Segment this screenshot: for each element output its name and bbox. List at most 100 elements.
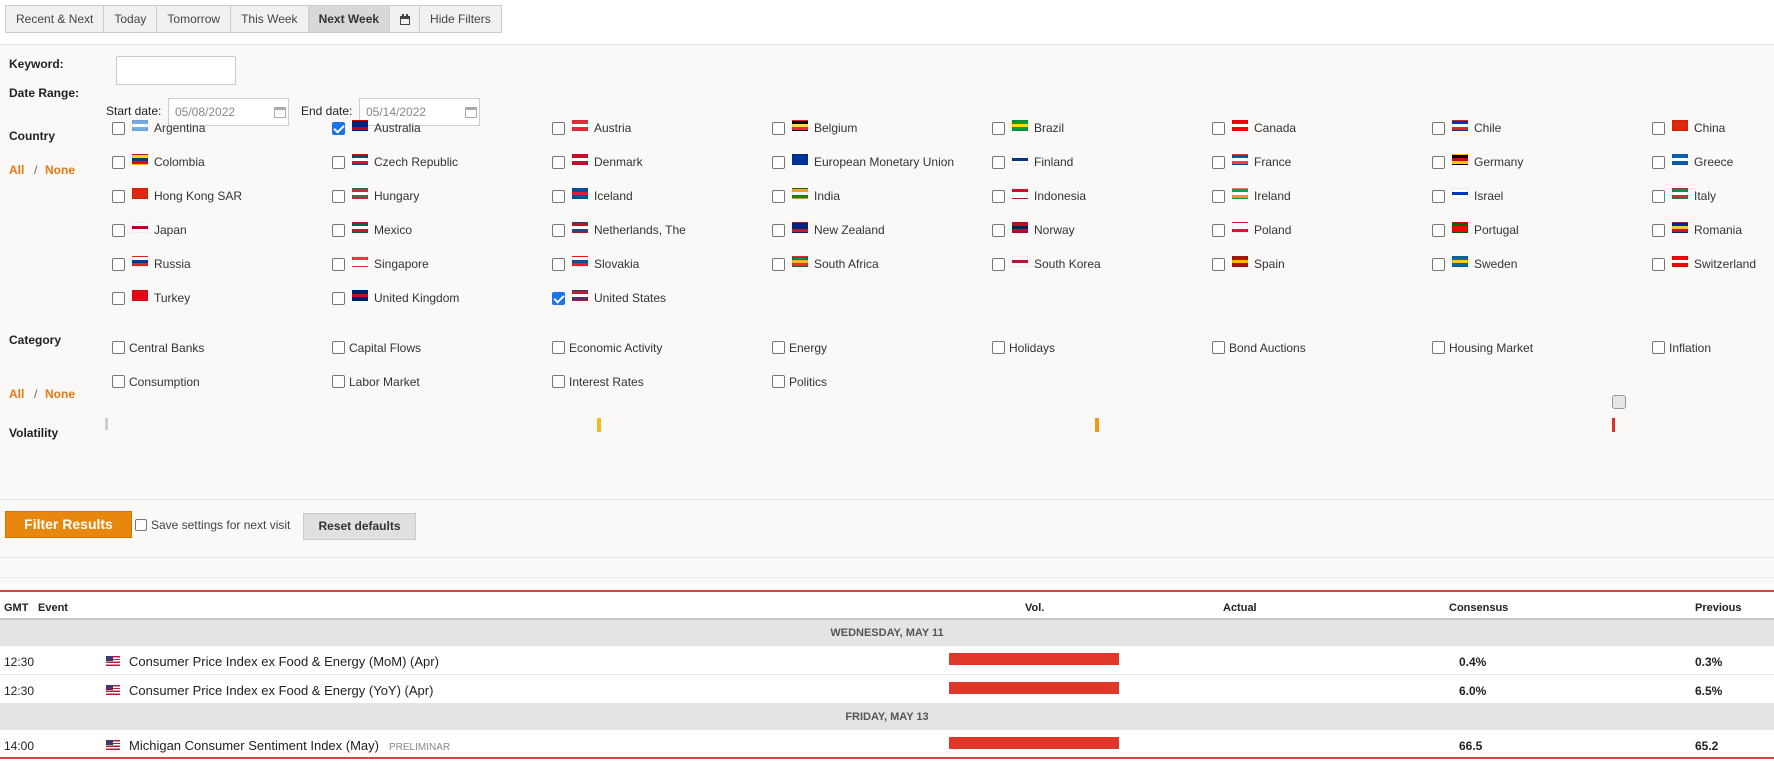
country-checkbox[interactable] (772, 257, 785, 271)
country-option-poland[interactable]: Poland (1212, 221, 1291, 238)
country-option-mexico[interactable]: Mexico (332, 221, 412, 238)
category-checkbox[interactable] (772, 340, 785, 354)
country-option-slovakia[interactable]: Slovakia (552, 255, 639, 272)
category-option-interest-rates[interactable]: Interest Rates (552, 374, 644, 390)
country-checkbox[interactable] (772, 189, 785, 203)
category-checkbox[interactable] (112, 340, 125, 354)
reset-defaults-button[interactable]: Reset defaults (303, 513, 416, 540)
category-checkbox[interactable] (552, 340, 565, 354)
category-option-labor-market[interactable]: Labor Market (332, 374, 420, 390)
country-option-south-africa[interactable]: South Africa (772, 255, 879, 272)
country-checkbox[interactable] (552, 121, 565, 135)
country-checkbox[interactable] (1432, 223, 1445, 237)
country-option-portugal[interactable]: Portugal (1432, 221, 1519, 238)
calendar-icon[interactable] (465, 107, 477, 118)
category-checkbox[interactable] (332, 374, 345, 388)
hide-filters-button[interactable]: Hide Filters (420, 5, 502, 33)
country-option-italy[interactable]: Italy (1652, 187, 1716, 204)
volatility-slider-handle[interactable] (1612, 395, 1626, 409)
tab-recent-next[interactable]: Recent & Next (5, 5, 105, 33)
category-option-bond-auctions[interactable]: Bond Auctions (1212, 340, 1306, 356)
category-option-inflation[interactable]: Inflation (1652, 340, 1711, 356)
country-option-norway[interactable]: Norway (992, 221, 1075, 238)
table-row[interactable]: 14:00 Michigan Consumer Sentiment Index (… (0, 730, 1774, 759)
country-checkbox[interactable] (332, 291, 345, 305)
country-checkbox[interactable] (772, 121, 785, 135)
calendar-icon[interactable] (274, 107, 286, 118)
country-option-belgium[interactable]: Belgium (772, 119, 857, 136)
country-option-indonesia[interactable]: Indonesia (992, 187, 1086, 204)
country-option-argentina[interactable]: Argentina (112, 119, 205, 136)
country-checkbox[interactable] (992, 121, 1005, 135)
category-checkbox[interactable] (112, 374, 125, 388)
country-option-south-korea[interactable]: South Korea (992, 255, 1101, 272)
country-checkbox[interactable] (992, 223, 1005, 237)
country-checkbox[interactable] (552, 223, 565, 237)
tab-today[interactable]: Today (104, 5, 158, 33)
category-option-capital-flows[interactable]: Capital Flows (332, 340, 421, 356)
country-checkbox[interactable] (1432, 121, 1445, 135)
table-row[interactable]: 12:30 Consumer Price Index ex Food & Ener… (0, 675, 1774, 704)
tab-this-week[interactable]: This Week (231, 5, 309, 33)
country-option-ireland[interactable]: Ireland (1212, 187, 1291, 204)
category-checkbox[interactable] (772, 374, 785, 388)
country-checkbox[interactable] (1432, 257, 1445, 271)
country-option-japan[interactable]: Japan (112, 221, 187, 238)
country-checkbox[interactable] (1212, 155, 1225, 169)
country-checkbox[interactable] (1652, 223, 1665, 237)
country-option-netherlands-the[interactable]: Netherlands, The (552, 221, 686, 238)
country-checkbox[interactable] (1652, 189, 1665, 203)
country-all-link[interactable]: All (9, 163, 24, 177)
country-checkbox[interactable] (1212, 189, 1225, 203)
keyword-input[interactable] (116, 56, 236, 85)
category-option-economic-activity[interactable]: Economic Activity (552, 340, 662, 356)
country-checkbox[interactable] (112, 121, 125, 135)
country-checkbox[interactable] (552, 189, 565, 203)
category-option-politics[interactable]: Politics (772, 374, 827, 390)
category-all-link[interactable]: All (9, 387, 24, 401)
country-checkbox[interactable] (112, 223, 125, 237)
country-option-switzerland[interactable]: Switzerland (1652, 255, 1756, 272)
table-row[interactable]: 12:30 Consumer Price Index ex Food & Ener… (0, 646, 1774, 675)
country-option-canada[interactable]: Canada (1212, 119, 1296, 136)
country-option-colombia[interactable]: Colombia (112, 153, 205, 170)
country-checkbox[interactable] (992, 189, 1005, 203)
country-checkbox[interactable] (332, 189, 345, 203)
country-checkbox[interactable] (772, 155, 785, 169)
category-option-energy[interactable]: Energy (772, 340, 827, 356)
tab-tomorrow[interactable]: Tomorrow (157, 5, 232, 33)
country-checkbox[interactable] (1212, 257, 1225, 271)
category-checkbox[interactable] (332, 340, 345, 354)
country-none-link[interactable]: None (45, 163, 75, 177)
category-checkbox[interactable] (1652, 340, 1665, 354)
category-option-central-banks[interactable]: Central Banks (112, 340, 204, 356)
country-option-chile[interactable]: Chile (1432, 119, 1501, 136)
country-option-china[interactable]: China (1652, 119, 1725, 136)
country-option-spain[interactable]: Spain (1212, 255, 1285, 272)
country-checkbox[interactable] (1432, 189, 1445, 203)
country-checkbox[interactable] (1652, 155, 1665, 169)
country-checkbox[interactable] (112, 155, 125, 169)
country-option-brazil[interactable]: Brazil (992, 119, 1064, 136)
country-checkbox[interactable] (1212, 121, 1225, 135)
save-settings-checkbox[interactable] (135, 519, 147, 531)
country-option-india[interactable]: India (772, 187, 840, 204)
country-option-european-monetary-union[interactable]: European Monetary Union (772, 153, 954, 170)
filter-results-button[interactable]: Filter Results (5, 511, 132, 538)
country-option-france[interactable]: France (1212, 153, 1291, 170)
category-option-holidays[interactable]: Holidays (992, 340, 1055, 356)
category-checkbox[interactable] (1432, 340, 1445, 354)
category-option-consumption[interactable]: Consumption (112, 374, 200, 390)
country-checkbox[interactable] (552, 257, 565, 271)
category-option-housing-market[interactable]: Housing Market (1432, 340, 1533, 356)
category-checkbox[interactable] (552, 374, 565, 388)
country-option-new-zealand[interactable]: New Zealand (772, 221, 885, 238)
country-checkbox[interactable] (112, 189, 125, 203)
country-option-denmark[interactable]: Denmark (552, 153, 643, 170)
country-option-romania[interactable]: Romania (1652, 221, 1742, 238)
country-option-germany[interactable]: Germany (1432, 153, 1523, 170)
country-option-australia[interactable]: Australia (332, 119, 421, 136)
country-checkbox[interactable] (992, 155, 1005, 169)
category-none-link[interactable]: None (45, 387, 75, 401)
country-checkbox[interactable] (1652, 121, 1665, 135)
